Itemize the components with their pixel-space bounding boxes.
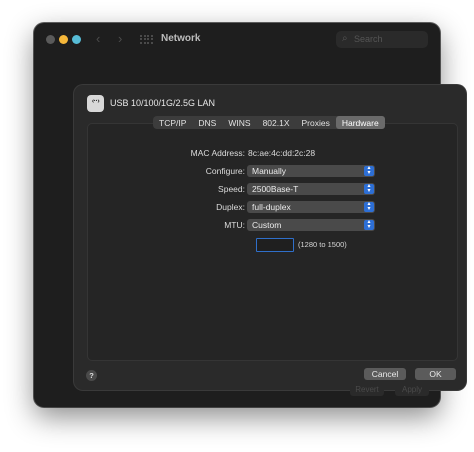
help-button[interactable]: ? bbox=[86, 370, 97, 381]
chevron-updown-icon: ▴ ▾ bbox=[364, 201, 374, 212]
duplex-label: Duplex: bbox=[216, 202, 245, 212]
mac-address-value: 8c:ae:4c:dd:2c:28 bbox=[248, 148, 316, 158]
speed-row: Speed: 2500Base-T ▴ ▾ bbox=[88, 183, 457, 196]
tab-dns[interactable]: DNS bbox=[192, 116, 222, 129]
mtu-row: MTU: Custom ▴ ▾ bbox=[88, 219, 457, 232]
hardware-panel: MAC Address: 8c:ae:4c:dd:2c:28 Configure… bbox=[87, 123, 458, 361]
search-icon: ⌕ bbox=[342, 33, 348, 44]
zoom-window-button[interactable] bbox=[72, 35, 81, 44]
advanced-settings-sheet: ‹··› USB 10/100/1G/2.5G LAN MAC Address:… bbox=[74, 85, 466, 390]
close-window-button[interactable] bbox=[46, 35, 55, 44]
tab-wins[interactable]: WINS bbox=[222, 116, 256, 129]
interface-name: USB 10/100/1G/2.5G LAN bbox=[110, 98, 216, 108]
window-title: Network bbox=[161, 33, 201, 44]
ok-button[interactable]: OK bbox=[415, 368, 456, 380]
ethernet-icon: ‹··› bbox=[87, 95, 104, 112]
duplex-popup[interactable]: full-duplex ▴ ▾ bbox=[247, 201, 375, 213]
minimize-window-button[interactable] bbox=[59, 35, 68, 44]
show-all-grid-icon[interactable] bbox=[140, 35, 153, 44]
mtu-value-input[interactable] bbox=[256, 238, 294, 252]
chevron-updown-icon: ▴ ▾ bbox=[364, 165, 374, 176]
revert-button[interactable]: Revert bbox=[350, 384, 384, 396]
speed-popup[interactable]: 2500Base-T ▴ ▾ bbox=[247, 183, 375, 195]
forward-button[interactable]: › bbox=[118, 31, 122, 46]
mtu-custom-row: (1280 to 1500) bbox=[88, 238, 457, 252]
tab-proxies[interactable]: Proxies bbox=[296, 116, 336, 129]
mtu-popup[interactable]: Custom ▴ ▾ bbox=[247, 219, 375, 231]
mac-address-row: MAC Address: 8c:ae:4c:dd:2c:28 bbox=[88, 148, 457, 160]
configure-row: Configure: Manually ▴ ▾ bbox=[88, 165, 457, 178]
cancel-button[interactable]: Cancel bbox=[364, 368, 406, 380]
mac-address-label: MAC Address: bbox=[190, 148, 245, 158]
duplex-row: Duplex: full-duplex ▴ ▾ bbox=[88, 201, 457, 214]
tab-8021x[interactable]: 802.1X bbox=[257, 116, 296, 129]
chevron-updown-icon: ▴ ▾ bbox=[364, 183, 374, 194]
tab-tcpip[interactable]: TCP/IP bbox=[153, 116, 192, 129]
title-bar: ‹ › Network ⌕ Search bbox=[34, 23, 440, 55]
mtu-range-hint: (1280 to 1500) bbox=[298, 240, 347, 249]
speed-label: Speed: bbox=[218, 184, 245, 194]
mtu-label: MTU: bbox=[224, 220, 245, 230]
back-button[interactable]: ‹ bbox=[96, 31, 100, 46]
chevron-updown-icon: ▴ ▾ bbox=[364, 219, 374, 230]
tab-hardware[interactable]: Hardware bbox=[335, 116, 385, 129]
apply-button[interactable]: Apply bbox=[395, 384, 429, 396]
configure-popup[interactable]: Manually ▴ ▾ bbox=[247, 165, 375, 177]
tab-bar: TCP/IP DNS WINS 802.1X Proxies Hardware bbox=[153, 116, 385, 129]
configure-label: Configure: bbox=[205, 166, 245, 176]
network-window: ‹ › Network ⌕ Search ‹··› USB 10/100/1G/… bbox=[34, 23, 466, 407]
search-field[interactable]: ⌕ Search bbox=[336, 31, 428, 48]
search-placeholder: Search bbox=[354, 34, 383, 44]
